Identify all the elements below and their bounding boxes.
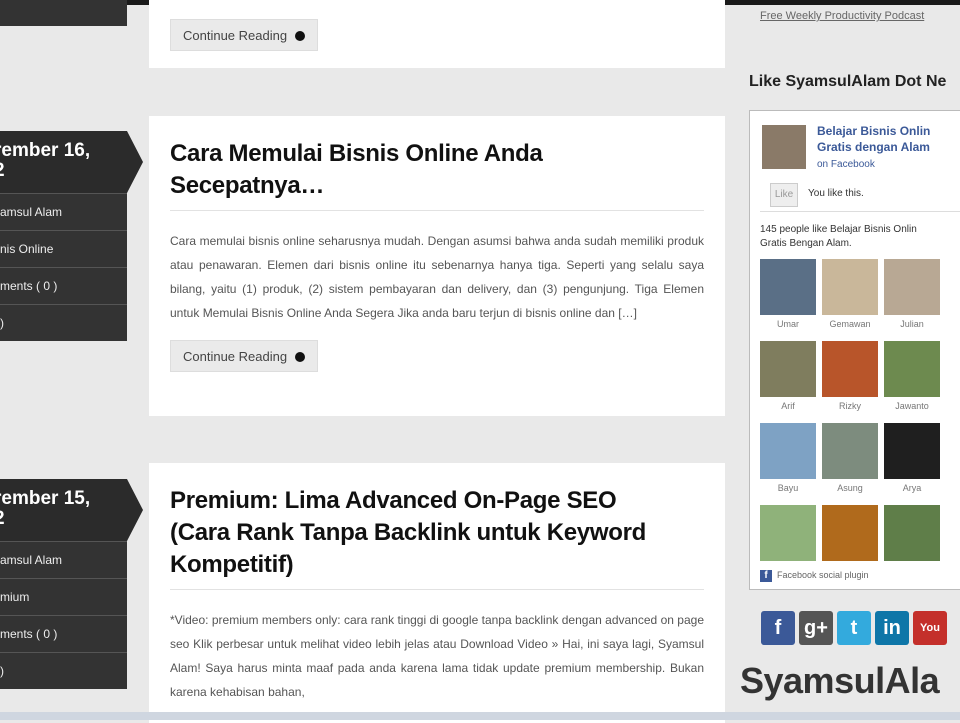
post-card: Cara Memulai Bisnis Online Anda Secepatny… [149, 116, 725, 416]
facebook-footer: f Facebook social plugin [760, 570, 869, 582]
fan-face[interactable]: Bayu [760, 423, 816, 493]
fan-face[interactable]: Jawanto [884, 341, 940, 411]
widget-title: Like SyamsulAlam Dot Ne [749, 73, 947, 90]
fan-face[interactable] [760, 505, 816, 565]
fan-avatar [884, 341, 940, 397]
post-extra: ) [0, 304, 127, 341]
fan-face[interactable]: Arif [760, 341, 816, 411]
page-name[interactable]: Belajar Bisnis Onlin Gratis dengan Alam [817, 123, 930, 155]
podcast-link[interactable]: Free Weekly Productivity Podcast [760, 10, 924, 22]
on-facebook-link[interactable]: on Facebook [817, 159, 875, 170]
fan-avatar [884, 423, 940, 479]
post-title[interactable]: Premium: Lima Advanced On-Page SEO (Cara … [170, 485, 704, 581]
post-author[interactable]: amsul Alam [0, 541, 127, 578]
post-title[interactable]: Cara Memulai Bisnis Online Anda Secepatny… [170, 138, 704, 202]
post-author[interactable]: amsul Alam [0, 193, 127, 230]
fan-face[interactable]: Rizky [822, 341, 878, 411]
fan-avatar [822, 505, 878, 561]
post-comments[interactable]: ments ( 0 ) [0, 615, 127, 652]
you-like-this: You like this. [808, 188, 864, 199]
post-comments[interactable]: ments ( 0 ) [0, 267, 127, 304]
fan-name: Asung [837, 483, 863, 493]
divider [170, 589, 704, 590]
date-box-previous [0, 0, 127, 26]
fan-avatar [760, 423, 816, 479]
bottom-bar [0, 712, 960, 720]
fan-face[interactable]: Julian [884, 259, 940, 329]
facebook-icon[interactable]: f [761, 611, 795, 645]
post-excerpt: Cara memulai bisnis online seharusnya mu… [170, 234, 704, 320]
fan-name: Umar [777, 319, 799, 329]
continue-reading-button[interactable]: Continue Reading [170, 19, 319, 51]
post-category[interactable]: nis Online [0, 230, 127, 267]
post-card-previous: Continue Reading [149, 0, 725, 68]
fan-name: Arya [902, 483, 922, 493]
date-box: rember 15,2 amsul Alam mium ments ( 0 ) … [0, 479, 143, 689]
youtube-icon[interactable]: You [913, 611, 947, 645]
continue-reading-label: Continue Reading [183, 349, 288, 364]
fan-avatar [760, 259, 816, 315]
fan-avatar [884, 259, 940, 315]
continue-reading-button[interactable]: Continue Reading [170, 340, 319, 372]
like-count: 145 people like Belajar Bisnis Onlin Grat… [760, 224, 917, 249]
fan-avatar [822, 341, 878, 397]
googleplus-icon[interactable]: g+ [799, 611, 833, 645]
like-button[interactable]: Like [770, 183, 798, 207]
linkedin-icon[interactable]: in [875, 611, 909, 645]
post-date: rember 16,2 [0, 131, 143, 193]
facebook-icon: f [760, 570, 772, 582]
fan-avatar [884, 505, 940, 561]
twitter-icon[interactable]: t [837, 611, 871, 645]
post-excerpt: *Video: premium members only: cara rank … [170, 613, 704, 699]
fan-face[interactable]: Asung [822, 423, 878, 493]
sidebar: Free Weekly Productivity Podcast Like Sy… [740, 0, 960, 720]
fan-name: Rizky [839, 401, 861, 411]
fan-avatar [822, 259, 878, 315]
post-date: rember 15,2 [0, 479, 143, 541]
fan-face[interactable]: Arya [884, 423, 940, 493]
post-extra: ) [0, 652, 127, 689]
facebook-like-box: Belajar Bisnis Onlin Gratis dengan Alam o… [749, 110, 960, 590]
post-category[interactable]: mium [0, 578, 127, 615]
divider [760, 211, 960, 212]
fan-avatar [822, 423, 878, 479]
fan-face[interactable]: Gemawan [822, 259, 878, 329]
fan-face[interactable] [822, 505, 878, 565]
arrow-circle-icon [295, 30, 306, 41]
continue-reading-label: Continue Reading [183, 28, 288, 43]
date-box: rember 16,2 amsul Alam nis Online ments … [0, 131, 143, 341]
divider [170, 210, 704, 211]
fan-name: Gemawan [829, 319, 871, 329]
fan-avatar [760, 505, 816, 561]
fan-name: Arif [781, 401, 795, 411]
fan-face[interactable] [884, 505, 940, 565]
fan-name: Julian [900, 319, 924, 329]
post-card: Premium: Lima Advanced On-Page SEO (Cara … [149, 463, 725, 723]
fan-name: Jawanto [895, 401, 929, 411]
fan-face[interactable]: Umar [760, 259, 816, 329]
fan-name: Bayu [777, 483, 799, 493]
fan-avatar [760, 341, 816, 397]
arrow-circle-icon [295, 351, 306, 362]
site-brand: SyamsulAla [740, 660, 940, 701]
page-avatar[interactable] [762, 125, 806, 169]
